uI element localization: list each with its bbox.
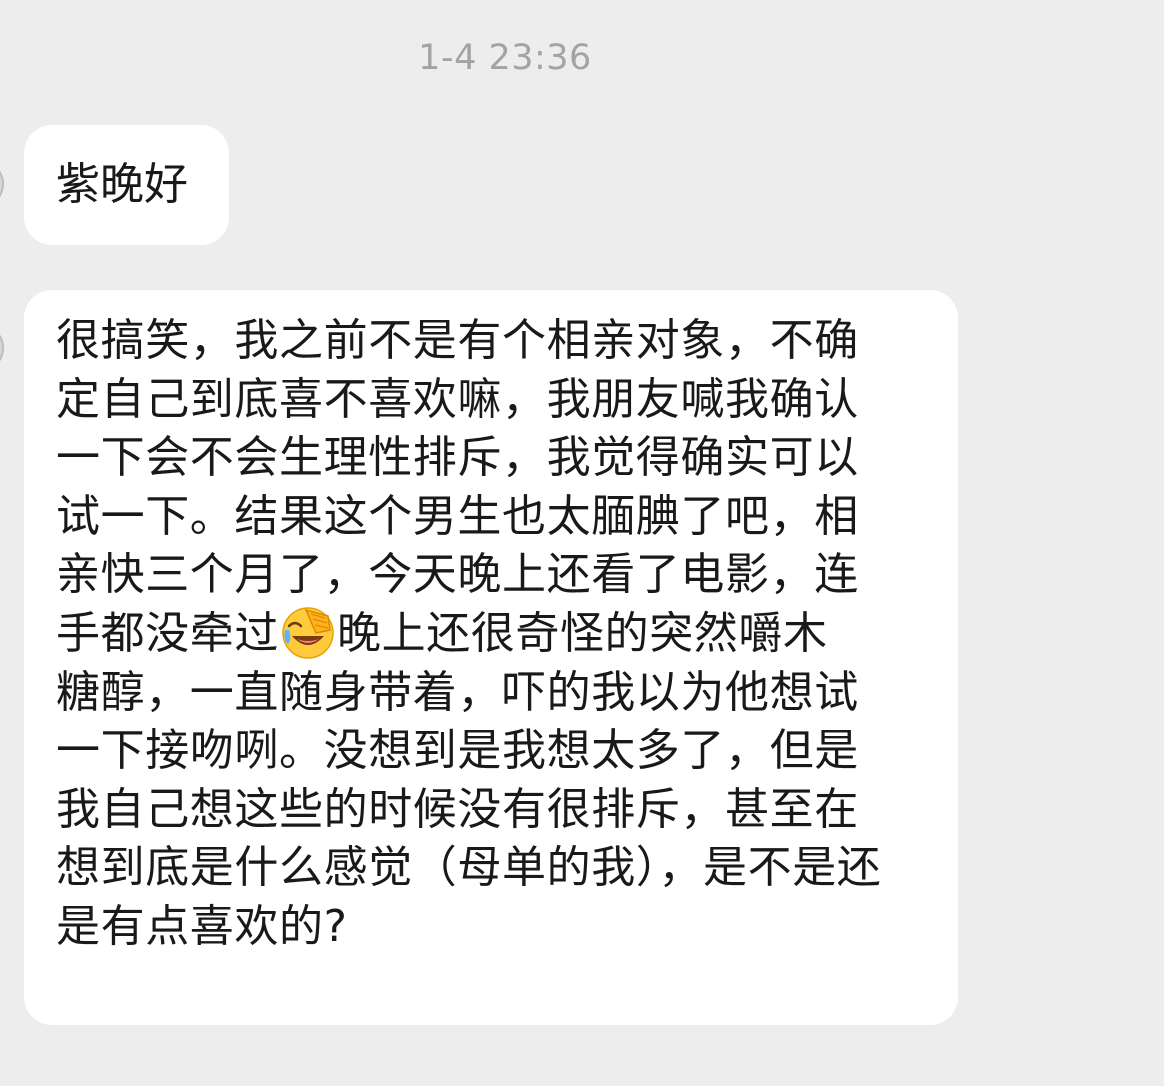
message-timestamp: 1-4 23:36 (418, 38, 592, 78)
sender-avatar[interactable] (0, 160, 4, 208)
message-line: 定自己到底喜不喜欢嘛，我朋友喊我确认 (56, 373, 859, 425)
facepalm-laughing-emoji-icon (281, 606, 335, 660)
message-line: 想到底是什么感觉（母单的我），是不是还 (56, 842, 882, 894)
message-line: 亲快三个月了，今天晚上还看了电影，连 (56, 549, 859, 601)
message-text: 紫晚好 (56, 159, 188, 210)
sender-avatar[interactable] (0, 324, 4, 372)
message-line: 糖醇，一直随身带着，吓的我以为他想试 (56, 666, 859, 718)
message-line-with-emoji: 手都没牵过 晚上还很奇怪的突然嚼木 (56, 605, 958, 664)
message-bubble[interactable]: 很搞笑，我之前不是有个相亲对象，不确 定自己到底喜不喜欢嘛，我朋友喊我确认 一下… (24, 290, 958, 1025)
message-text-segment: 手都没牵过 (56, 607, 279, 659)
message-text-segment: 晚上还很奇怪的突然嚼木 (337, 607, 828, 659)
message-line: 一下会不会生理性排斥，我觉得确实可以 (56, 432, 859, 484)
message-line: 试一下。结果这个男生也太腼腆了吧，相 (56, 490, 859, 542)
message-line: 很搞笑，我之前不是有个相亲对象，不确 (56, 315, 859, 366)
message-line: 我自己想这些的时候没有很排斥，甚至在 (56, 783, 859, 835)
message-line: 是有点喜欢的? (56, 900, 348, 952)
message-bubble[interactable]: 紫晚好 (24, 125, 229, 245)
message-line: 一下接吻咧。没想到是我想太多了，但是 (56, 725, 859, 777)
